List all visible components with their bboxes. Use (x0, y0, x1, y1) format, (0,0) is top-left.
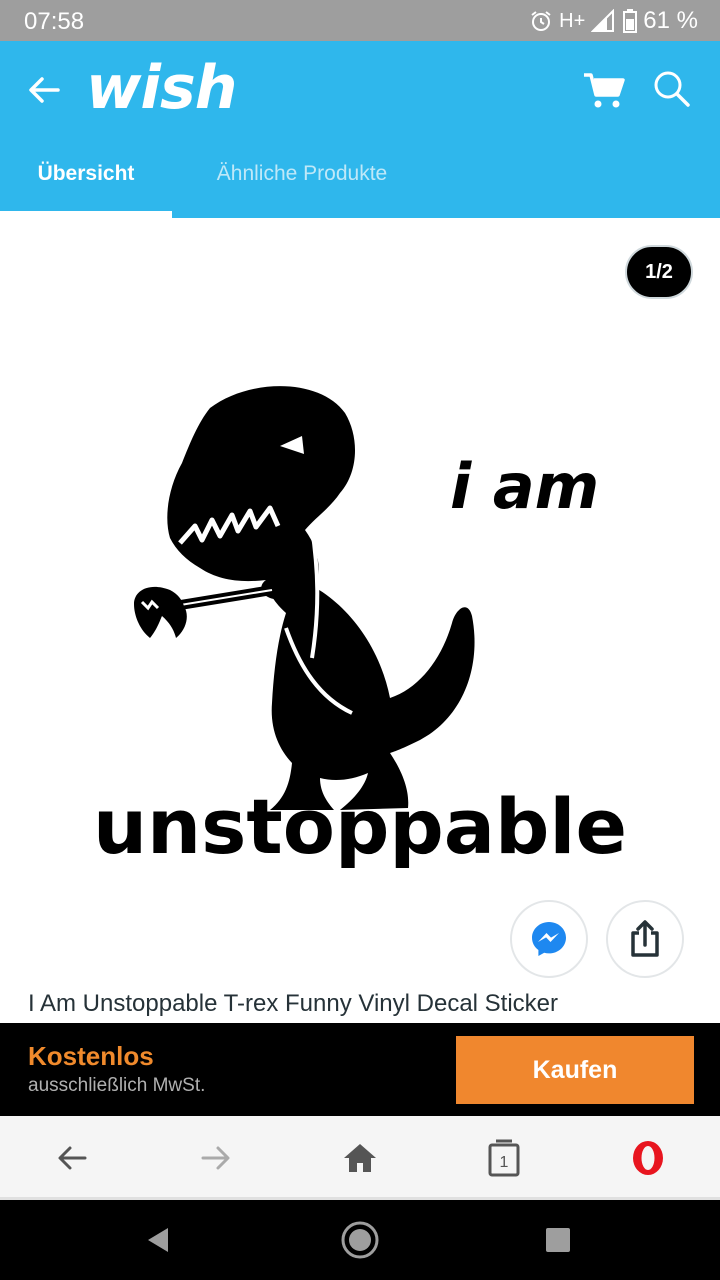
app-bar: wish Übersicht Ähnliche Produkte (0, 41, 720, 218)
tab-similar-products[interactable]: Ähnliche Produkte (172, 146, 432, 218)
system-home-button[interactable] (338, 1218, 382, 1262)
buy-bar: Kostenlos ausschließlich MwSt. Kaufen (0, 1023, 720, 1116)
browser-tabs-button[interactable]: 1 (480, 1136, 528, 1180)
price: Kostenlos (28, 1041, 154, 1071)
battery-level: 61 % (643, 7, 698, 34)
product-image[interactable]: i am unstoppable (90, 368, 630, 868)
buy-button[interactable]: Kaufen (456, 1036, 694, 1104)
browser-back-button[interactable] (48, 1136, 96, 1180)
alarm-icon (531, 11, 551, 31)
tab-indicator (0, 211, 172, 218)
recents-square-icon (546, 1228, 570, 1252)
tabs-icon: 1 (488, 1139, 520, 1177)
status-time: 07:58 (24, 8, 85, 35)
browser-forward-button[interactable] (192, 1136, 240, 1180)
product-image-gallery[interactable]: 1/2 i am unstoppable (0, 218, 720, 988)
share-button[interactable] (606, 900, 684, 978)
home-icon (344, 1144, 376, 1172)
cart-icon[interactable] (582, 71, 626, 111)
browser-home-button[interactable] (336, 1136, 384, 1180)
system-back-button[interactable] (136, 1218, 180, 1262)
system-navigation-bar (0, 1200, 720, 1280)
tab-overview[interactable]: Übersicht (0, 146, 172, 218)
product-title: I Am Unstoppable T-rex Funny Vinyl Decal… (28, 990, 559, 1017)
system-recents-button[interactable] (536, 1218, 580, 1262)
wish-logo[interactable]: wish (86, 53, 237, 123)
search-icon[interactable] (652, 67, 692, 111)
screen: 07:58 H+ 61 % wish Übersicht Ähnliche Pr… (0, 0, 720, 1280)
back-icon (58, 1146, 87, 1170)
browser-toolbar: 1 (0, 1116, 720, 1200)
tab-bar: Übersicht Ähnliche Produkte (0, 146, 720, 218)
artwork-text-unstoppable: unstoppable (93, 782, 627, 868)
tax-note: ausschließlich MwSt. (28, 1075, 206, 1096)
image-counter: 1/2 (625, 245, 693, 299)
status-icons: H+ 61 % (529, 7, 698, 35)
forward-icon (201, 1146, 230, 1170)
signal-icon (591, 9, 615, 32)
battery-icon (623, 9, 638, 33)
messenger-share-button[interactable] (510, 900, 588, 978)
share-icon (631, 920, 659, 957)
back-triangle-icon (148, 1228, 168, 1252)
artwork-text-i-am: i am (450, 450, 599, 523)
back-arrow-icon[interactable] (22, 68, 66, 112)
network-type: H+ (559, 9, 586, 32)
opera-menu-button[interactable] (624, 1136, 672, 1180)
opera-icon (633, 1141, 663, 1175)
messenger-icon (532, 922, 566, 956)
home-circle-icon (341, 1221, 379, 1259)
tab-count: 1 (500, 1154, 509, 1171)
status-bar: 07:58 H+ 61 % (0, 0, 720, 41)
